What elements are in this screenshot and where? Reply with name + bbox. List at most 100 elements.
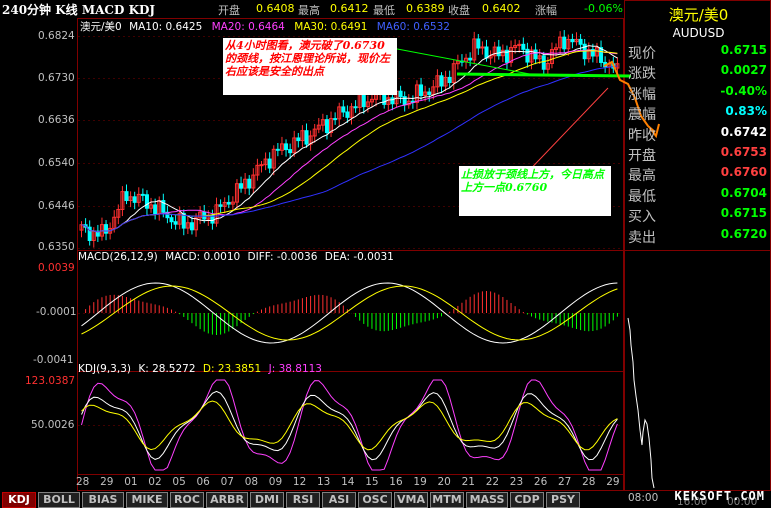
candle-body [288, 149, 293, 154]
tab-arbr[interactable]: ARBR [206, 492, 248, 508]
price-tick-0: 0.6824 [38, 30, 75, 42]
symbol-label: 澳元/美0 [80, 21, 122, 33]
quote-row-value: 0.0027 [720, 63, 767, 78]
tab-bias[interactable]: BIAS [82, 492, 124, 508]
x-label: 06 [196, 476, 210, 488]
candle-body [447, 76, 452, 84]
quote-row: 卖出 0.6720 [626, 227, 771, 247]
macd-tick-2: -0.0041 [33, 354, 74, 366]
candle-body [353, 106, 358, 109]
quote-row-label: 卖出 [628, 229, 656, 246]
candle-body [239, 183, 244, 189]
quote-row-value: 0.6753 [720, 145, 767, 159]
candle-body [578, 38, 583, 45]
x-label: 28 [76, 476, 90, 488]
candle-body [104, 224, 109, 234]
quote-row: 现价 0.6715 [626, 43, 771, 63]
candle-body [267, 158, 272, 169]
quote-row: 最低 0.6704 [626, 186, 771, 206]
x-label: 16 [389, 476, 403, 488]
candle-body [390, 97, 395, 105]
quote-row: 震幅 0.83% [626, 104, 771, 124]
candle-body [144, 194, 149, 209]
candle-body [304, 130, 309, 145]
candle-body [419, 84, 424, 97]
tab-kdj[interactable]: KDJ [2, 492, 36, 508]
candle-body [476, 38, 481, 49]
annotation-note-1: 从4小时图看，澳元破了0.6730的颈线，按江恩理论所说，现价左右应该是安全的出… [223, 38, 397, 95]
candle-body [226, 201, 231, 205]
candle-body [496, 46, 501, 57]
x-label: 02 [148, 476, 162, 488]
candle-body [132, 196, 137, 203]
kdj-legend: KDJ(9,3,3) K: 28.5272 D: 23.3851 J: 38.8… [78, 363, 322, 375]
x-label: 14 [341, 476, 355, 488]
diff-value: DIFF: -0.0036 [247, 251, 318, 263]
x-label: 05 [172, 476, 186, 488]
ma10-label: MA10: 0.6425 [129, 21, 203, 33]
tab-asi[interactable]: ASI [322, 492, 356, 508]
tab-boll[interactable]: BOLL [38, 492, 80, 508]
tab-cdp[interactable]: CDP [510, 492, 544, 508]
tab-mike[interactable]: MIKE [126, 492, 168, 508]
x-label: 29 [606, 476, 620, 488]
candle-body [140, 193, 145, 196]
macd-name: MACD(26,12,9) [78, 251, 158, 263]
price-tick-4: 0.6446 [38, 200, 75, 212]
k-value: K: 28.5272 [138, 363, 196, 375]
price-tick-2: 0.6636 [38, 114, 75, 126]
candle-body [124, 191, 129, 202]
x-label: 29 [100, 476, 114, 488]
quote-row: 涨幅 -0.40% [626, 84, 771, 104]
ma30-label: MA30: 0.6491 [294, 21, 368, 33]
macd-tick-1: -0.0001 [36, 306, 77, 318]
tab-roc[interactable]: ROC [170, 492, 204, 508]
candle-body [427, 91, 432, 95]
quote-row-label: 震幅 [628, 107, 656, 124]
x-label: 20 [437, 476, 451, 488]
candle-body [468, 57, 473, 61]
quote-row-label: 现价 [628, 46, 656, 62]
tab-rsi[interactable]: RSI [286, 492, 320, 508]
price-tick-3: 0.6540 [38, 157, 75, 169]
ma60-label: MA60: 0.6532 [376, 21, 450, 33]
x-label: 21 [461, 476, 475, 488]
quote-row-value: -0.40% [720, 83, 767, 98]
candle-body [484, 46, 489, 59]
candle-body [218, 204, 223, 207]
tab-vma[interactable]: VMA [394, 492, 428, 508]
x-label: 22 [485, 476, 500, 488]
candle-body [259, 164, 264, 167]
x-label: 12 [292, 476, 307, 488]
candle-body [333, 118, 338, 121]
tab-psy[interactable]: PSY [546, 492, 580, 508]
j-value: J: 38.8113 [268, 363, 322, 375]
candle-body [324, 119, 329, 133]
ma20-label: MA20: 0.6464 [211, 21, 285, 33]
x-label: 19 [413, 476, 427, 488]
candle-body [169, 217, 174, 223]
x-label: 01 [124, 476, 138, 488]
annotation-note-2: 止损放于颈线上方，今日高点上方一点0.6760 [459, 166, 611, 216]
quote-row-value: 0.6720 [720, 226, 767, 241]
quote-row-value: 0.6760 [720, 165, 767, 180]
kdj-tick-0: 123.0387 [25, 375, 76, 387]
quote-panel: 澳元/美0 AUDUSD 现价 0.6715 涨跌 0.0027 涨幅 -0.40% 震幅 0… [626, 0, 771, 250]
kdj-name: KDJ(9,3,3) [78, 363, 131, 375]
tab-mass[interactable]: MASS [466, 492, 508, 508]
tab-mtm[interactable]: MTM [430, 492, 464, 508]
quote-row: 开盘 0.6753 [626, 145, 771, 165]
quote-row-value: 0.6715 [720, 206, 767, 221]
quote-row: 涨跌 0.0027 [626, 63, 771, 83]
indicator-tabs: KDJ BOLL BIAS MIKE ROC ARBR DMI RSI ASI OSC VMA MTM… [0, 492, 771, 508]
candle-body [345, 111, 350, 118]
candle-body [541, 55, 546, 70]
candle-body [296, 137, 301, 142]
x-label: 28 [582, 476, 596, 488]
quote-row: 昨收 0.6742 [626, 125, 771, 145]
quote-row-label: 开盘 [628, 148, 656, 164]
tab-osc[interactable]: OSC [358, 492, 392, 508]
tab-dmi[interactable]: DMI [250, 492, 284, 508]
quote-row-label: 最低 [628, 188, 656, 205]
quote-row-label: 买入 [628, 209, 656, 226]
